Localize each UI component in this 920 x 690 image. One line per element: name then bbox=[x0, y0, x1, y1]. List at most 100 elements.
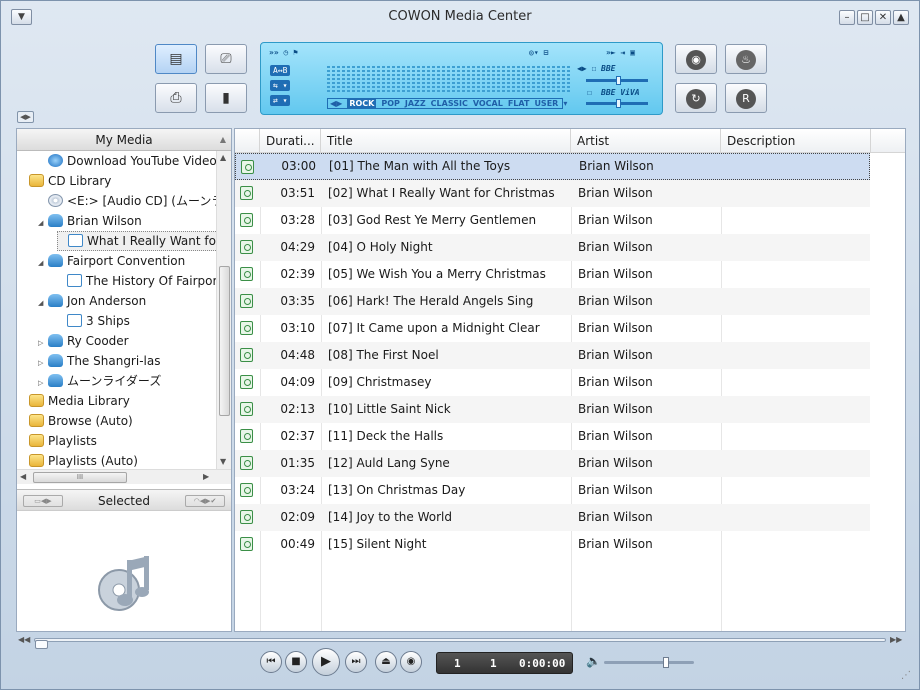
eq-preset-rock[interactable]: ROCK bbox=[347, 99, 377, 108]
bbe-toggle[interactable]: ◀▶ ☐ bbox=[577, 64, 596, 73]
column-header-icon[interactable] bbox=[235, 129, 260, 153]
minimize-button[interactable]: – bbox=[839, 10, 855, 25]
seek-thumb[interactable] bbox=[35, 640, 48, 649]
player-device-button[interactable]: ▮ bbox=[205, 83, 247, 113]
expand-toggle-icon[interactable]: ▷ bbox=[38, 353, 48, 373]
collapse-window-button[interactable]: ▲ bbox=[893, 10, 909, 25]
tree-node[interactable]: What I Really Want for bbox=[57, 231, 216, 251]
tree-node[interactable]: 3 Ships bbox=[57, 311, 130, 331]
tree-node[interactable]: ◢ Jon Anderson bbox=[38, 291, 146, 311]
table-row[interactable]: 03:51 [02] What I Really Want for Christm… bbox=[235, 180, 870, 207]
table-row[interactable]: 02:39 [05] We Wish You a Merry Christmas B… bbox=[235, 261, 870, 288]
eq-preset-classic[interactable]: CLASSIC bbox=[431, 99, 468, 108]
resize-grip-icon[interactable]: ⋰ bbox=[901, 670, 911, 681]
tree-node[interactable]: CD Library bbox=[19, 171, 111, 191]
expand-toggle-icon[interactable]: ◢ bbox=[38, 293, 48, 313]
scroll-left-icon[interactable]: ◀ bbox=[20, 472, 26, 481]
column-header-duration[interactable]: Durati... bbox=[260, 129, 321, 153]
volume-slider[interactable] bbox=[604, 657, 694, 668]
stop-button[interactable]: ■ bbox=[285, 651, 307, 673]
bbe-level-slider[interactable] bbox=[586, 76, 648, 85]
selected-actions-icon[interactable]: ◠◀▶✔ bbox=[185, 495, 225, 507]
previous-button[interactable]: ⏮ bbox=[260, 651, 282, 673]
close-button[interactable]: ✕ bbox=[875, 10, 891, 25]
scroll-right-icon[interactable]: ▶ bbox=[203, 472, 209, 481]
presets-dropdown-icon[interactable]: ▾ bbox=[563, 99, 567, 108]
bbe-viva-level-slider[interactable] bbox=[586, 99, 648, 108]
table-row[interactable]: 00:49 [15] Silent Night Brian Wilson bbox=[235, 531, 870, 558]
table-row[interactable]: 03:28 [03] God Rest Ye Merry Gentlemen Bri… bbox=[235, 207, 870, 234]
scroll-down-icon[interactable]: ▼ bbox=[220, 457, 226, 466]
shuffle-mode-icon[interactable]: ⇄ ▾ bbox=[270, 95, 291, 106]
device-view-button[interactable]: ⎙ bbox=[155, 83, 197, 113]
tree-node[interactable]: The History Of Fairport bbox=[57, 271, 216, 291]
my-media-header[interactable]: My Media ▲ bbox=[17, 129, 231, 151]
play-button[interactable]: ▶ bbox=[312, 648, 340, 676]
tree-node[interactable]: ▷ The Shangri-las bbox=[38, 351, 160, 371]
cd-rip-icon: ◉ bbox=[686, 49, 706, 70]
column-header-description[interactable]: Description bbox=[721, 129, 871, 153]
expand-toggle-icon[interactable]: ◢ bbox=[38, 213, 48, 233]
seek-back-icon[interactable]: ◀◀ bbox=[18, 635, 30, 644]
selected-view-toggle[interactable]: ▭◀▶ bbox=[23, 495, 63, 507]
expand-toggle-icon[interactable]: ▷ bbox=[38, 333, 48, 353]
table-row[interactable]: 04:09 [09] Christmasey Brian Wilson bbox=[235, 369, 870, 396]
table-row[interactable]: 04:29 [04] O Holy Night Brian Wilson bbox=[235, 234, 870, 261]
volume-icon[interactable]: 🔈 bbox=[586, 654, 601, 668]
tree-node[interactable]: Browse (Auto) bbox=[19, 411, 133, 431]
tree-node[interactable]: Media Library bbox=[19, 391, 130, 411]
table-row[interactable]: 03:10 [07] It Came upon a Midnight Clear B… bbox=[235, 315, 870, 342]
table-row[interactable]: 02:13 [10] Little Saint Nick Brian Wilson bbox=[235, 396, 870, 423]
expand-toggle-icon[interactable]: ◢ bbox=[38, 253, 48, 273]
previous-icon: ⏮ bbox=[266, 656, 276, 667]
open-file-button[interactable]: ⏏ bbox=[375, 651, 397, 673]
table-row[interactable]: 01:35 [12] Auld Lang Syne Brian Wilson bbox=[235, 450, 870, 477]
table-row[interactable]: 04:48 [08] The First Noel Brian Wilson bbox=[235, 342, 870, 369]
scroll-up-icon[interactable]: ▲ bbox=[220, 153, 226, 162]
library-view-button[interactable]: ▤ bbox=[155, 44, 197, 74]
burn-button[interactable]: ♨ bbox=[725, 44, 767, 74]
spectrum-bar bbox=[462, 66, 465, 94]
record-disc-button[interactable]: ◉ bbox=[400, 651, 422, 673]
tree-node[interactable]: Download YouTube Videos bbox=[38, 151, 216, 171]
table-row[interactable]: 02:37 [11] Deck the Halls Brian Wilson bbox=[235, 423, 870, 450]
seek-forward-icon[interactable]: ▶▶ bbox=[890, 635, 902, 644]
eq-preset-vocal[interactable]: VOCAL bbox=[473, 99, 503, 108]
tree-node[interactable]: ▷ Ry Cooder bbox=[38, 331, 129, 351]
tree-node[interactable]: ◢ Fairport Convention bbox=[38, 251, 185, 271]
table-row[interactable]: 03:24 [13] On Christmas Day Brian Wilson bbox=[235, 477, 870, 504]
column-header-title[interactable]: Title bbox=[321, 129, 571, 153]
tree-horizontal-scrollbar[interactable]: ◀ III ▶ bbox=[17, 469, 231, 484]
eq-preset-jazz[interactable]: JAZZ bbox=[405, 99, 426, 108]
repeat-mode-icon[interactable]: ⇆ ▾ bbox=[270, 80, 291, 91]
maximize-button[interactable]: □ bbox=[857, 10, 873, 25]
table-row[interactable]: 03:35 [06] Hark! The Herald Angels Sing Br… bbox=[235, 288, 870, 315]
next-button[interactable]: ⏭ bbox=[345, 651, 367, 673]
tree-scroll-thumb[interactable] bbox=[219, 266, 230, 416]
tree-node[interactable]: Playlists (Auto) bbox=[19, 451, 138, 469]
volume-thumb[interactable] bbox=[662, 657, 669, 668]
tree-node[interactable]: <E:> [Audio CD] (ムーンライ bbox=[38, 191, 216, 211]
eq-preset-pop[interactable]: POP bbox=[381, 99, 400, 108]
cd-rip-button[interactable]: ◉ bbox=[675, 44, 717, 74]
tree-node[interactable]: ◢ Brian Wilson bbox=[38, 211, 142, 231]
folder-icon bbox=[29, 434, 44, 447]
table-row[interactable]: 03:00 [01] The Man with All the Toys Brian… bbox=[235, 153, 870, 180]
panel-collapse-button[interactable]: ◀▶ bbox=[17, 111, 34, 123]
tree-node[interactable]: Playlists bbox=[19, 431, 97, 451]
seek-bar[interactable]: ◀◀ ▶▶ bbox=[16, 634, 906, 649]
eq-preset-flat[interactable]: FLAT bbox=[508, 99, 530, 108]
convert-button[interactable]: ↻ bbox=[675, 83, 717, 113]
bbe-viva-toggle[interactable]: ☐ bbox=[587, 88, 592, 97]
ab-repeat-button[interactable]: A↔B bbox=[270, 65, 291, 76]
expand-toggle-icon[interactable]: ▷ bbox=[38, 373, 48, 393]
eq-preset-user[interactable]: USER bbox=[534, 99, 558, 108]
device-sync-button[interactable]: ⎚ bbox=[205, 44, 247, 74]
table-row[interactable]: 02:09 [14] Joy to the World Brian Wilson bbox=[235, 504, 870, 531]
seek-track[interactable] bbox=[34, 638, 886, 649]
record-button[interactable]: R bbox=[725, 83, 767, 113]
tree-node[interactable]: ▷ ムーンライダーズ bbox=[38, 371, 161, 391]
column-header-artist[interactable]: Artist bbox=[571, 129, 721, 153]
tree-hscroll-thumb[interactable]: III bbox=[33, 472, 127, 483]
tree-vertical-scrollbar[interactable]: ▲ ▼ bbox=[216, 151, 231, 469]
